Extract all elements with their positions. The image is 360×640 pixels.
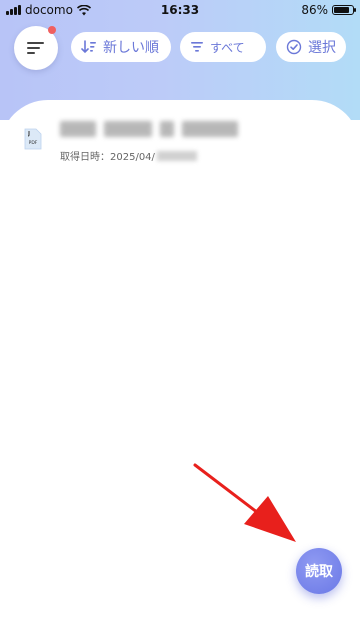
- sort-label: 新しい順: [103, 40, 159, 56]
- file-name-redacted: [60, 118, 270, 140]
- file-date: 取得日時：2025/04/: [60, 148, 197, 163]
- file-date-redacted: [156, 150, 197, 161]
- status-bar: docomo 16:33 86%: [0, 0, 360, 20]
- pdf-file-icon: PDF: [24, 128, 42, 150]
- menu-icon: [27, 42, 44, 54]
- file-date-text: 取得日時：2025/04/: [60, 152, 155, 163]
- check-circle-icon: [286, 39, 302, 55]
- filter-button[interactable]: すべて: [180, 32, 266, 62]
- filter-label: すべて: [210, 40, 245, 55]
- sort-button[interactable]: 新しい順: [71, 32, 171, 62]
- select-label: 選択: [308, 40, 336, 56]
- scan-button-label: 読取: [305, 564, 333, 580]
- pdf-type-label: PDF: [29, 140, 38, 146]
- list-item[interactable]: PDF 取得日時：2025/04/: [20, 116, 340, 166]
- battery-percent: 86%: [301, 3, 328, 17]
- status-right: 86%: [301, 3, 356, 17]
- filter-icon: [191, 42, 203, 52]
- scan-button[interactable]: 読取: [296, 548, 342, 594]
- sort-icon: [81, 40, 96, 54]
- notification-dot: [48, 26, 56, 34]
- select-button[interactable]: 選択: [276, 32, 346, 62]
- menu-button[interactable]: [14, 26, 58, 70]
- battery-icon: [332, 5, 356, 15]
